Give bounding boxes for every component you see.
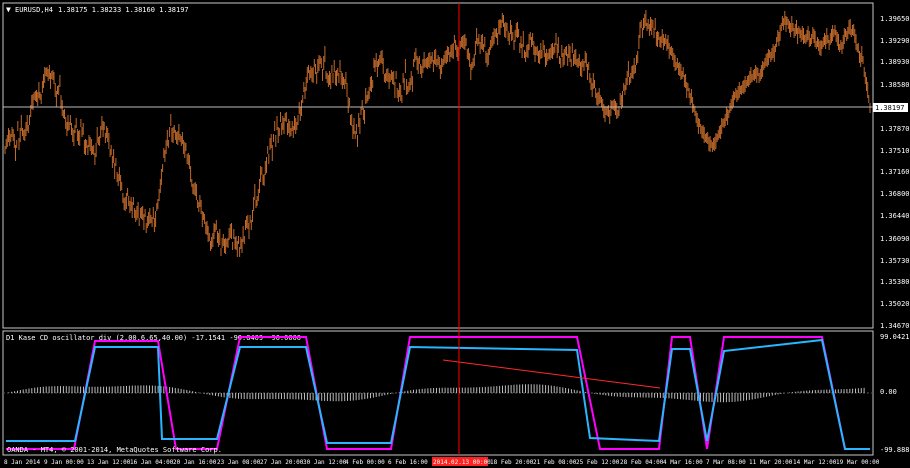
dropdown-arrow-icon[interactable]: ▼ bbox=[6, 5, 11, 14]
time-label: 7 Mar 08:00 bbox=[706, 459, 746, 466]
price-tick: 1.37510 bbox=[880, 147, 910, 155]
price-tick: 1.35730 bbox=[880, 257, 910, 265]
time-label: 28 Feb 04:00 bbox=[620, 459, 664, 466]
time-label: 4 Feb 00:00 bbox=[345, 459, 385, 466]
time-label: 21 Feb 08:00 bbox=[533, 459, 577, 466]
ohlc-readout: 1.38175 1.38233 1.38160 1.38197 bbox=[58, 6, 189, 14]
time-label: 16 Jan 04:00 bbox=[130, 459, 174, 466]
price-tick: 1.37870 bbox=[880, 125, 910, 133]
time-label: 9 Jan 00:00 bbox=[44, 459, 84, 466]
price-tick: 1.34670 bbox=[880, 322, 910, 330]
main-chart-frame bbox=[2, 2, 874, 329]
price-tick: 1.36090 bbox=[880, 235, 910, 243]
time-label: 25 Feb 12:00 bbox=[576, 459, 620, 466]
time-label: 23 Jan 08:00 bbox=[217, 459, 261, 466]
price-tick: 1.36440 bbox=[880, 212, 910, 220]
indicator-tick-bottom: -99.8889 bbox=[880, 446, 910, 454]
price-tick: 1.38930 bbox=[880, 58, 910, 66]
time-label: 11 Mar 20:00 bbox=[749, 459, 793, 466]
price-tick: 1.35380 bbox=[880, 278, 910, 286]
copyright: OANDA - MT4, © 2001-2014, MetaQuotes Sof… bbox=[7, 446, 222, 454]
price-tick: 1.35020 bbox=[880, 300, 910, 308]
indicator-tick-top: 99.0421 bbox=[880, 333, 910, 341]
price-scale: 1.39650 1.39290 1.38930 1.38580 1.37870 … bbox=[880, 15, 910, 330]
price-tick: 1.38580 bbox=[880, 81, 910, 89]
price-tick: 1.39650 bbox=[880, 15, 910, 23]
time-label: 20 Jan 16:00 bbox=[173, 459, 217, 466]
indicator-tick-zero: 0.00 bbox=[880, 388, 897, 396]
price-tick: 1.36800 bbox=[880, 190, 910, 198]
crosshair-time-label: 2014.02.13 00:00 bbox=[433, 459, 491, 466]
price-tick: 1.39290 bbox=[880, 37, 910, 45]
time-label: 27 Jan 20:00 bbox=[260, 459, 304, 466]
time-label: 8 Jan 2014 bbox=[4, 459, 41, 466]
price-tick: 1.37160 bbox=[880, 168, 910, 176]
time-label: 6 Feb 16:00 bbox=[388, 459, 428, 466]
time-label: 19 Mar 00:00 bbox=[836, 459, 880, 466]
metatrader-chart[interactable]: 1.39650 1.39290 1.38930 1.38580 1.37870 … bbox=[0, 0, 910, 468]
time-label: 4 Mar 16:00 bbox=[663, 459, 703, 466]
time-label: 30 Jan 12:00 bbox=[303, 459, 347, 466]
time-label: 18 Feb 20:00 bbox=[490, 459, 534, 466]
current-price-label: 1.38197 bbox=[875, 104, 905, 112]
time-label: 13 Jan 12:00 bbox=[87, 459, 131, 466]
time-label: 14 Mar 12:00 bbox=[793, 459, 837, 466]
symbol-timeframe: EURUSD,H4 bbox=[15, 6, 53, 14]
